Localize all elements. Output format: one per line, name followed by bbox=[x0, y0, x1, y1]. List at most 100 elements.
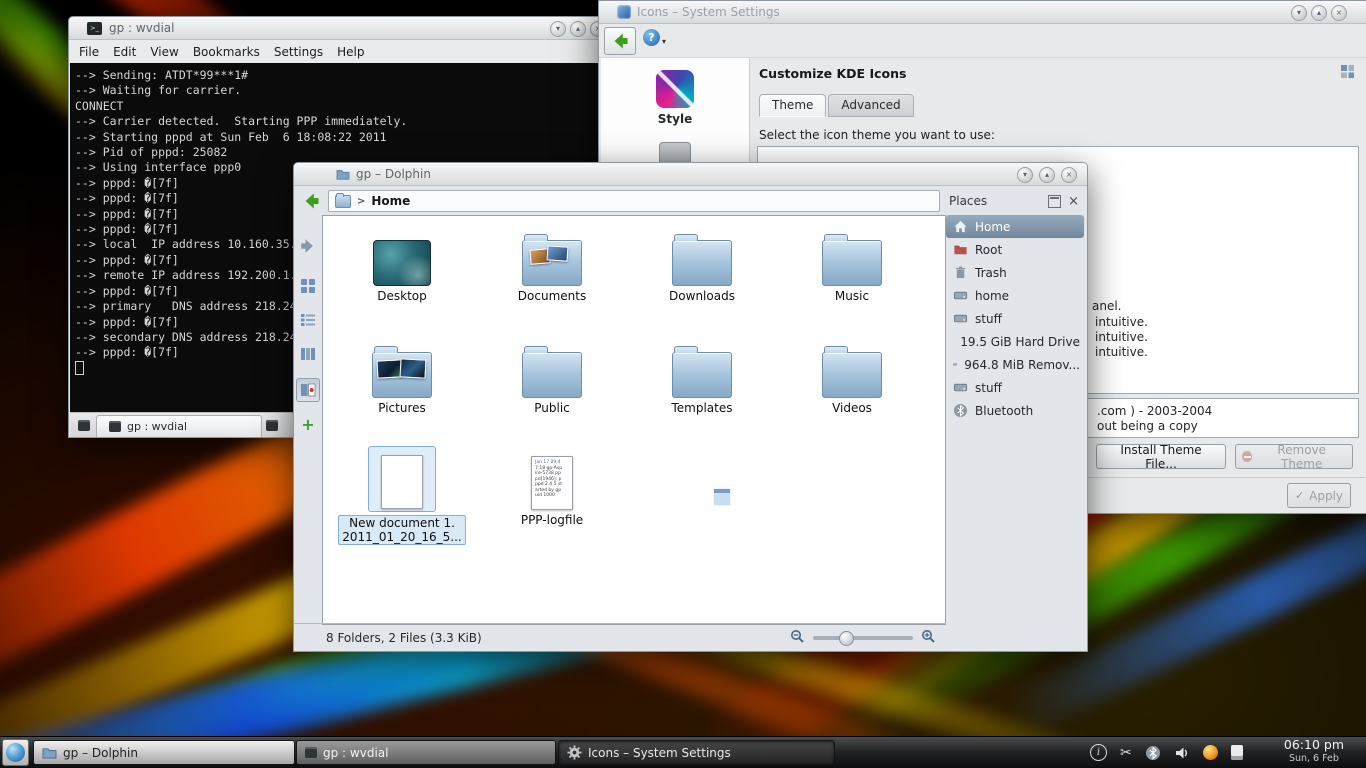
folder-item-public[interactable]: Public bbox=[477, 334, 627, 446]
task-wvdial[interactable]: gp : wvdial bbox=[296, 740, 556, 765]
updates-icon[interactable] bbox=[1203, 745, 1218, 760]
place-home-partition[interactable]: home bbox=[946, 284, 1084, 307]
folder-item-pictures[interactable]: Pictures bbox=[327, 334, 477, 446]
grid-icon bbox=[1340, 64, 1355, 79]
places-close-button[interactable]: × bbox=[1068, 195, 1079, 208]
dolphin-view[interactable]: Desktop Documents Downloads Music Pictur… bbox=[322, 215, 946, 625]
bluetooth-icon bbox=[953, 403, 968, 418]
add-button[interactable]: + bbox=[297, 413, 319, 435]
zoom-slider[interactable] bbox=[813, 636, 913, 640]
device-notifier-icon[interactable] bbox=[1231, 745, 1243, 760]
apply-label: Apply bbox=[1309, 489, 1343, 503]
breadcrumb-location[interactable]: Home bbox=[371, 194, 410, 208]
place-root[interactable]: Root bbox=[946, 238, 1084, 261]
dolphin-close-button[interactable]: × bbox=[1061, 167, 1077, 183]
settings-close-button[interactable]: × bbox=[1331, 5, 1347, 21]
menu-view[interactable]: View bbox=[150, 45, 178, 59]
forward-button[interactable] bbox=[297, 235, 319, 257]
zoom-in-button[interactable] bbox=[921, 629, 936, 647]
templates-folder-icon bbox=[672, 352, 732, 398]
style-icon[interactable] bbox=[656, 70, 694, 108]
terminal-maximize-button[interactable]: ▴ bbox=[570, 21, 586, 37]
place-label: Trash bbox=[975, 266, 1007, 280]
icons-view-button[interactable] bbox=[297, 275, 319, 297]
place-bluetooth[interactable]: Bluetooth bbox=[946, 399, 1084, 422]
menu-file[interactable]: File bbox=[79, 45, 99, 59]
menu-edit[interactable]: Edit bbox=[113, 45, 136, 59]
style-label[interactable]: Style bbox=[658, 112, 692, 126]
folder-icon bbox=[42, 746, 57, 759]
new-tab-icon bbox=[78, 420, 90, 431]
folder-item-downloads[interactable]: Downloads bbox=[627, 222, 777, 334]
breadcrumb[interactable]: > Home bbox=[328, 190, 940, 212]
folder-item-desktop[interactable]: Desktop bbox=[327, 222, 477, 334]
item-label: Templates bbox=[671, 401, 732, 415]
file-item-new-document[interactable]: New document 1. 2011_01_20_16_5... bbox=[327, 446, 477, 558]
split-view-button[interactable] bbox=[296, 378, 320, 402]
tab-advanced[interactable]: Advanced bbox=[828, 94, 913, 117]
chevron-right-icon: > bbox=[357, 196, 365, 207]
terminal-titlebar[interactable]: >_ gp : wvdial ▾ ▴ × bbox=[69, 17, 614, 40]
place-hard-drive[interactable]: 19.5 GiB Hard Drive bbox=[946, 330, 1084, 353]
item-label: Downloads bbox=[669, 289, 735, 303]
overview-icon[interactable] bbox=[1340, 64, 1355, 83]
settings-back-button[interactable] bbox=[604, 27, 636, 55]
dolphin-minimize-button[interactable]: ▾ bbox=[1017, 167, 1033, 183]
task-system-settings[interactable]: Icons – System Settings bbox=[558, 740, 835, 765]
apply-button[interactable]: ✓ Apply bbox=[1287, 483, 1351, 508]
settings-minimize-button[interactable]: ▾ bbox=[1291, 5, 1307, 21]
task-dolphin[interactable]: gp – Dolphin bbox=[33, 740, 295, 765]
place-stuff[interactable]: stuff bbox=[946, 307, 1084, 330]
dolphin-maximize-button[interactable]: ▴ bbox=[1039, 167, 1055, 183]
folder-item-videos[interactable]: Videos bbox=[777, 334, 927, 446]
file-item-ppp-logfile[interactable]: Jan 17 09:4 7:18 gp-Asp ire-5738 pp pd[1… bbox=[477, 446, 627, 558]
place-stuff-2[interactable]: stuff bbox=[946, 376, 1084, 399]
kde-menu-button[interactable] bbox=[2, 739, 29, 766]
tab-list-button[interactable] bbox=[263, 416, 281, 434]
place-removable-drive[interactable]: 964.8 MiB Remov... bbox=[946, 353, 1084, 376]
clock[interactable]: 06:10 pm Sun, 6 Feb bbox=[1284, 738, 1344, 766]
folder-item-templates[interactable]: Templates bbox=[627, 334, 777, 446]
new-tab-button[interactable] bbox=[75, 416, 93, 434]
menu-bookmarks[interactable]: Bookmarks bbox=[193, 45, 260, 59]
places-panel: Home Root Trash home stuff 19.5 GiB Hard… bbox=[946, 215, 1084, 647]
clock-date: Sun, 6 Feb bbox=[1284, 752, 1344, 766]
help-button[interactable]: ? ▾ bbox=[643, 29, 666, 46]
places-float-button[interactable] bbox=[1048, 195, 1061, 208]
home-icon bbox=[953, 219, 968, 234]
menu-help[interactable]: Help bbox=[337, 45, 364, 59]
item-label: Videos bbox=[832, 401, 872, 415]
dolphin-toolbar: + bbox=[294, 215, 322, 623]
zoom-slider-handle[interactable] bbox=[839, 631, 854, 646]
folder-item-documents[interactable]: Documents bbox=[477, 222, 627, 334]
terminal-line: --> Starting pppd at Sun Feb 6 18:08:22 … bbox=[75, 130, 613, 145]
desktop-folder-icon bbox=[373, 240, 431, 286]
settings-titlebar[interactable]: Icons – System Settings ▾ ▴ × bbox=[599, 1, 1366, 24]
place-home[interactable]: Home bbox=[946, 215, 1084, 238]
columns-view-button[interactable] bbox=[297, 343, 319, 365]
install-theme-button[interactable]: Install Theme File... bbox=[1096, 444, 1226, 469]
bluetooth-tray-icon[interactable] bbox=[1145, 745, 1161, 761]
task-label: Icons – System Settings bbox=[588, 746, 731, 760]
settings-maximize-button[interactable]: ▴ bbox=[1311, 5, 1327, 21]
zoom-out-button[interactable] bbox=[790, 629, 805, 647]
public-folder-icon bbox=[522, 352, 582, 398]
terminal-line: --> Carrier detected. Starting PPP immed… bbox=[75, 114, 613, 129]
place-trash[interactable]: Trash bbox=[946, 261, 1084, 284]
menu-settings[interactable]: Settings bbox=[274, 45, 323, 59]
back-arrow-icon bbox=[301, 191, 321, 211]
tab-theme[interactable]: Theme bbox=[759, 94, 826, 117]
dolphin-titlebar[interactable]: gp – Dolphin ▾ ▴ × bbox=[294, 163, 1087, 186]
folder-item-music[interactable]: Music bbox=[777, 222, 927, 334]
terminal-session-tab[interactable]: gp : wvdial bbox=[96, 415, 262, 437]
terminal-glyph: >_ bbox=[90, 24, 99, 32]
klipper-icon[interactable]: ✂ bbox=[1120, 745, 1132, 761]
details-view-button[interactable] bbox=[297, 309, 319, 331]
remove-theme-button[interactable]: Remove Theme bbox=[1235, 444, 1353, 469]
music-folder-icon bbox=[822, 240, 882, 286]
volume-icon[interactable] bbox=[1174, 745, 1190, 761]
dolphin-back-button[interactable] bbox=[299, 190, 323, 212]
notifications-icon[interactable]: i bbox=[1090, 744, 1107, 761]
terminal-minimize-button[interactable]: ▾ bbox=[550, 21, 566, 37]
drag-ghost-icon bbox=[713, 488, 731, 506]
